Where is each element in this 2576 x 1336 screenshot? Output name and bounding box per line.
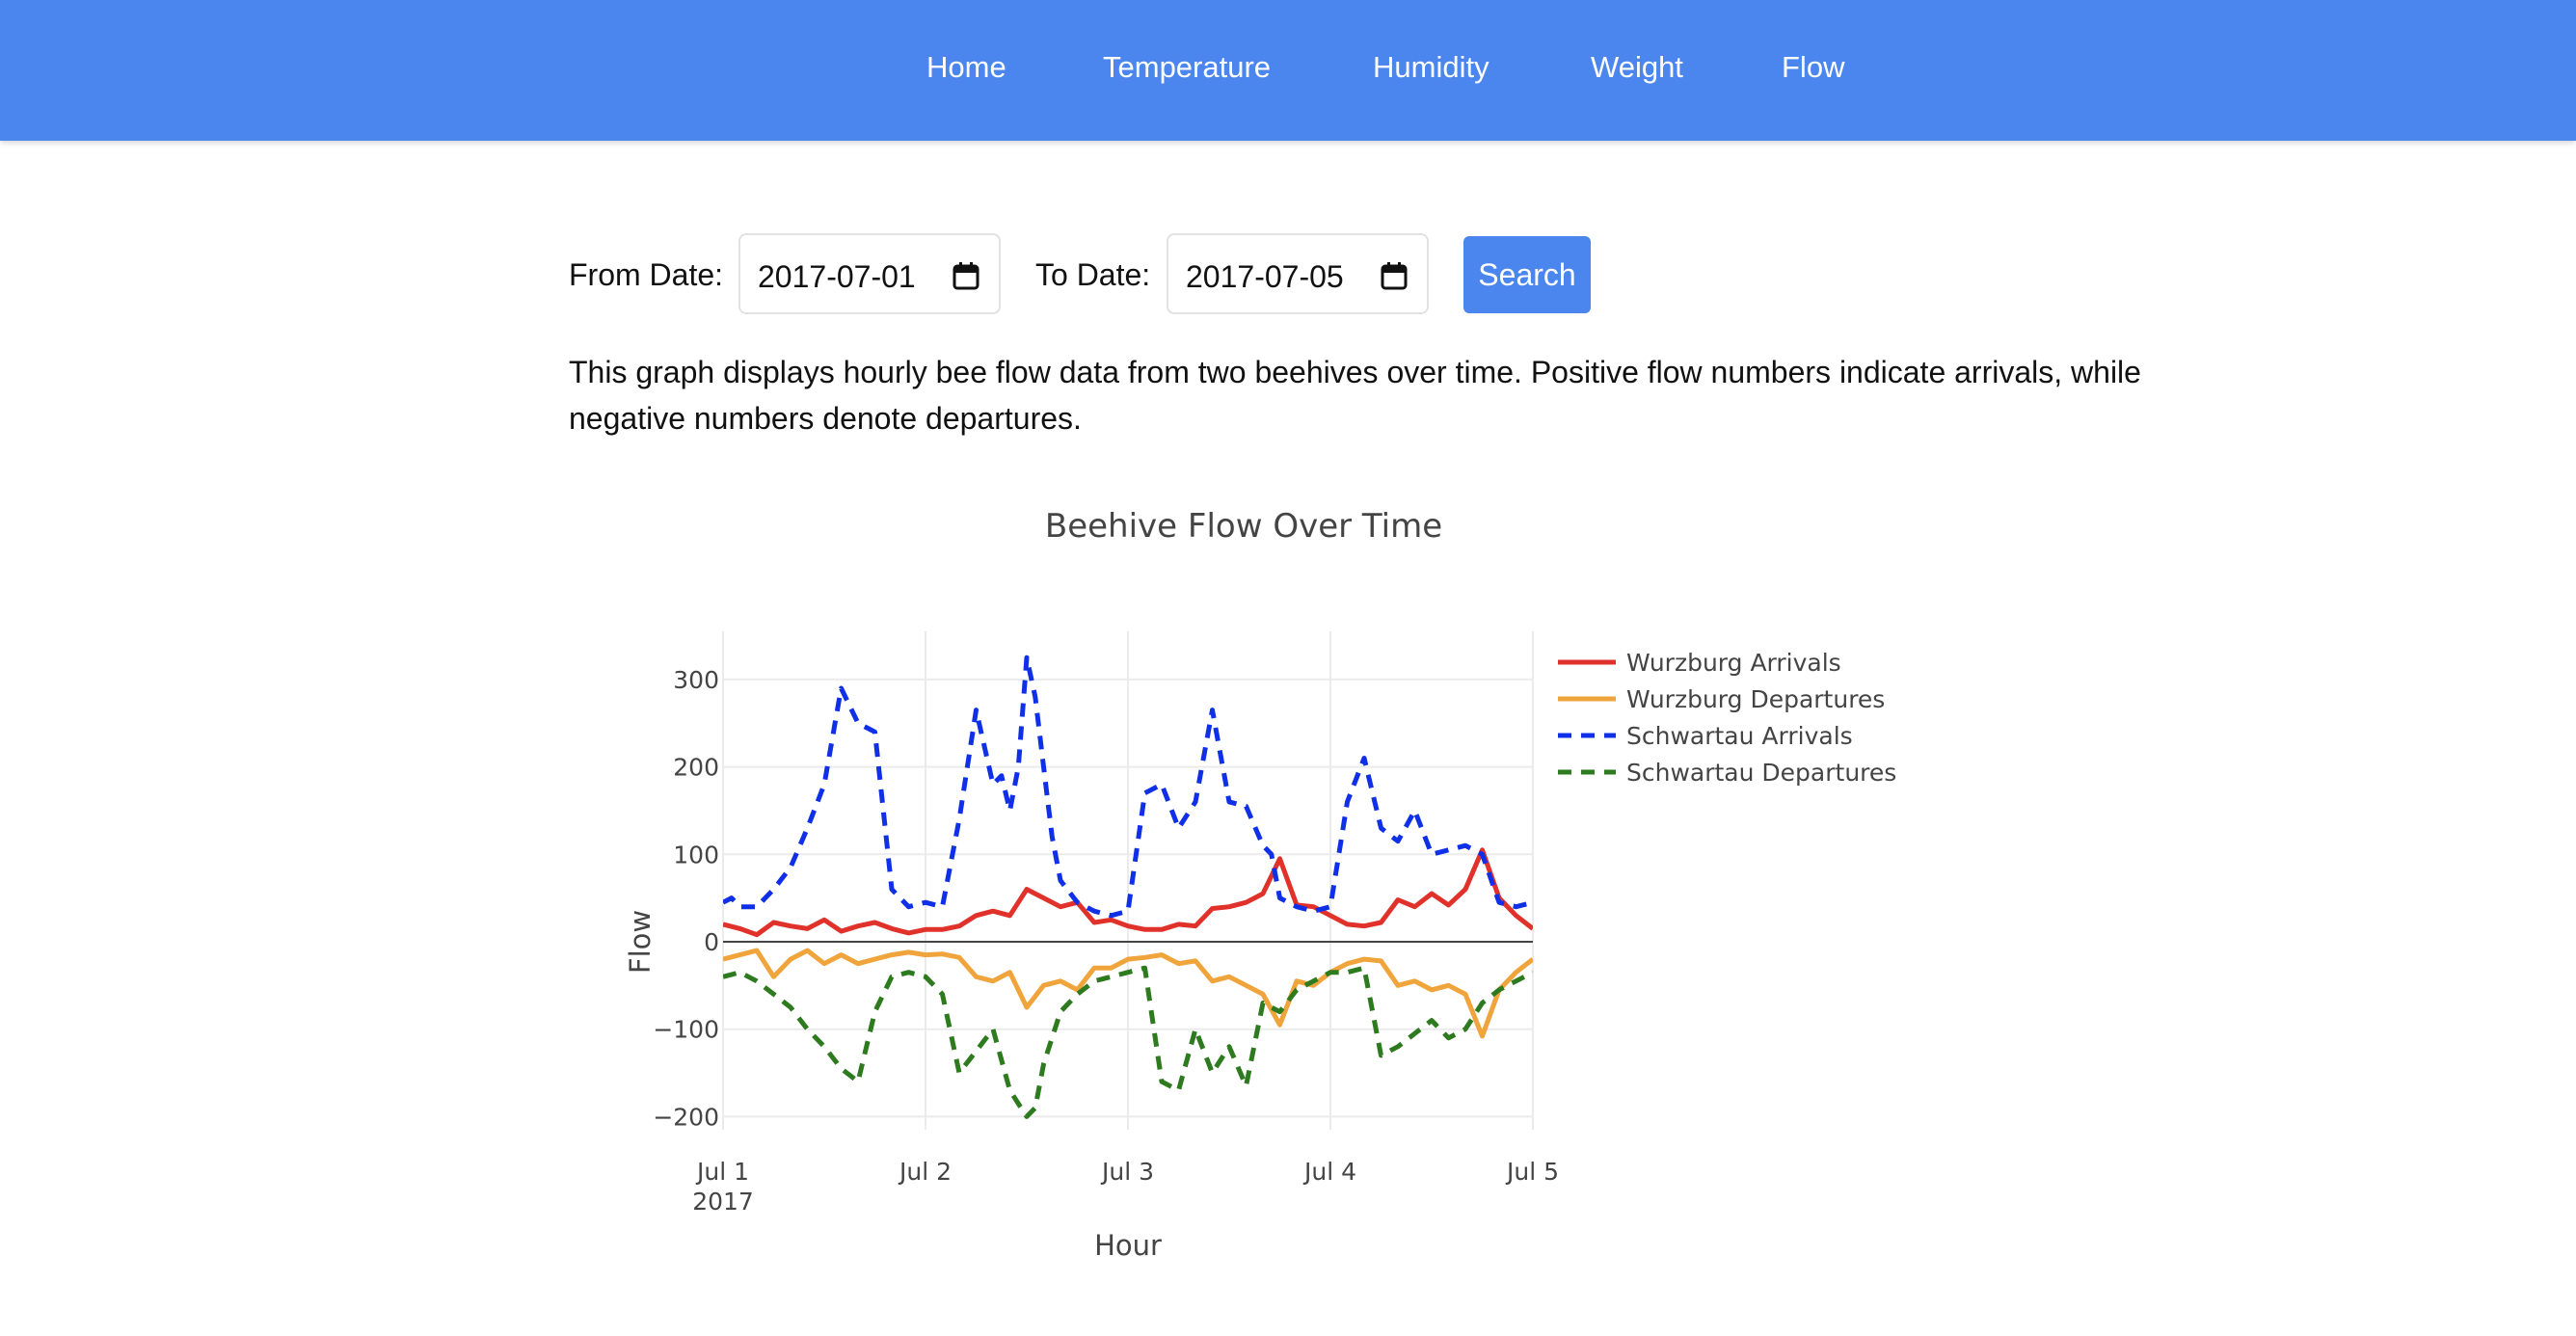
y-tick-label: −200: [653, 1103, 719, 1131]
legend-label: Wurzburg Departures: [1626, 685, 1885, 713]
y-tick-label: 0: [704, 928, 719, 956]
y-axis-title: Flow: [624, 910, 657, 974]
chart-title: Beehive Flow Over Time: [1045, 507, 1442, 546]
x-tick-label: Jul 1: [695, 1158, 749, 1186]
x-tick-label: Jul 5: [1505, 1158, 1559, 1186]
y-tick-label: −100: [653, 1016, 719, 1044]
legend-label: Wurzburg Arrivals: [1626, 649, 1841, 677]
x-axis-title: Hour: [1094, 1229, 1162, 1262]
x-tick-label: Jul 3: [1100, 1158, 1154, 1186]
x-tick-sublabel: 2017: [692, 1188, 754, 1216]
legend-label: Schwartau Departures: [1626, 759, 1896, 787]
y-tick-label: 200: [673, 754, 719, 782]
y-tick-label: 300: [673, 666, 719, 694]
x-tick-label: Jul 2: [898, 1158, 952, 1186]
flow-chart: Beehive Flow Over Time 300 200 100 0 −100 −200…: [624, 507, 1896, 1262]
y-tick-label: 100: [673, 841, 719, 868]
legend-label: Schwartau Arrivals: [1626, 722, 1853, 750]
x-tick-label: Jul 4: [1302, 1158, 1356, 1186]
